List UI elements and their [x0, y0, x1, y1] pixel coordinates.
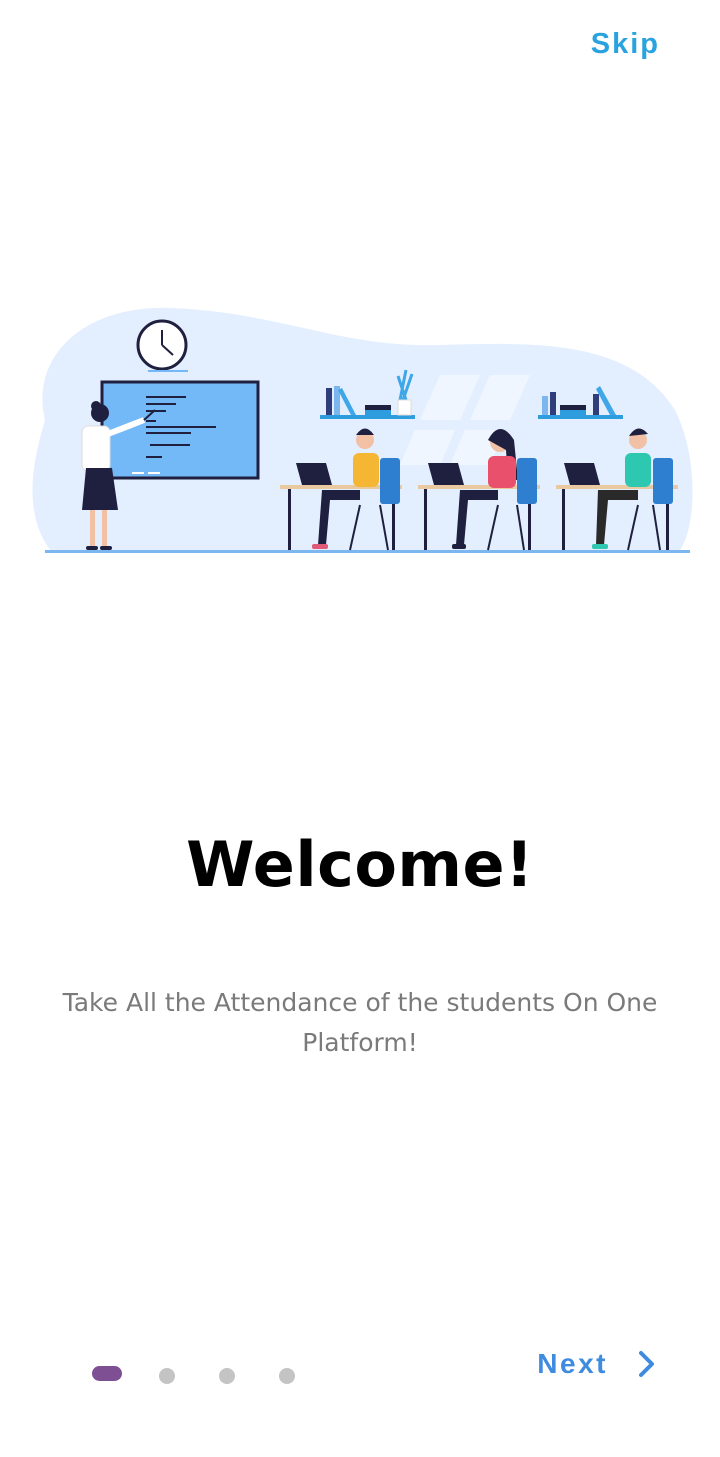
classroom-illustration: [32, 307, 693, 553]
clock-icon: [136, 319, 188, 371]
page-dot: [279, 1368, 295, 1384]
next-button[interactable]: Next: [537, 1348, 658, 1380]
skip-button[interactable]: Skip: [591, 28, 660, 61]
page-dot: [159, 1368, 175, 1384]
floor-line: [45, 550, 690, 553]
blackboard: [100, 370, 260, 480]
page-dot-active: [92, 1366, 122, 1381]
chevron-right-icon: [639, 1351, 654, 1377]
onboarding-screen: Skip Welcome! Take All the Attendance of…: [0, 0, 720, 1457]
next-label: Next: [537, 1348, 608, 1379]
page-dot: [219, 1368, 235, 1384]
welcome-title: Welcome!: [186, 828, 534, 901]
welcome-subtitle: Take All the Attendance of the students …: [62, 988, 658, 1057]
